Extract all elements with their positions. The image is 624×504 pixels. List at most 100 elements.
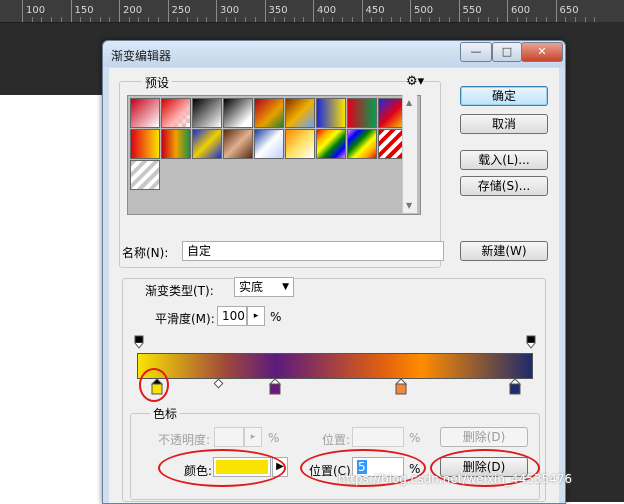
preset-swatch[interactable] xyxy=(130,160,160,190)
preset-swatch[interactable] xyxy=(285,129,315,159)
preset-swatch[interactable] xyxy=(223,98,253,128)
ruler-tick: 100 xyxy=(22,0,45,22)
presets-label: 预设 xyxy=(142,74,173,91)
ok-button[interactable]: 确定 xyxy=(460,86,548,106)
ruler-minor-tick xyxy=(186,17,188,22)
ruler-minor-tick xyxy=(332,17,334,22)
ruler-minor-tick xyxy=(138,17,140,22)
ruler-minor-tick xyxy=(157,17,159,22)
ruler-tick-label: 450 xyxy=(365,5,385,16)
preset-swatch-grid xyxy=(127,95,421,215)
preset-swatch[interactable] xyxy=(285,98,315,128)
gradient-preview-bar[interactable] xyxy=(137,353,533,379)
ruler-tick-label: 350 xyxy=(268,5,288,16)
horizontal-ruler: 100 150 200 250 300 350 400 450 500 550 600 650 xyxy=(0,0,624,23)
preset-swatch[interactable] xyxy=(316,129,346,159)
ruler-minor-tick xyxy=(128,17,130,22)
color-stops-track[interactable] xyxy=(137,378,531,398)
watermark-text: https://blog.csdn.net/weixin_44535476 xyxy=(338,472,573,486)
ruler-minor-tick xyxy=(148,17,150,22)
window-title: 渐变编辑器 xyxy=(111,49,172,63)
ruler-minor-tick xyxy=(477,17,479,22)
ruler-tick: 450 xyxy=(361,0,385,22)
ruler-minor-tick xyxy=(225,17,227,22)
ruler-minor-tick xyxy=(429,17,431,22)
gradient-editor-window: 渐变编辑器 — □ ✕ 预设 ⚙▾ ▲ ▼ 确定 取消 载入(L)... 存储(… xyxy=(102,40,566,504)
minimize-button[interactable]: — xyxy=(460,42,492,62)
smoothness-input[interactable]: 100 xyxy=(217,306,247,326)
ruler-tick-label: 100 xyxy=(26,5,46,16)
dialog-body: 预设 ⚙▾ ▲ ▼ 确定 取消 载入(L)... 存储(S)... 名称(N):… xyxy=(109,68,559,503)
scroll-up-icon[interactable]: ▲ xyxy=(406,98,412,107)
ruler-tick: 300 xyxy=(216,0,239,22)
opacity-location-unit: % xyxy=(409,431,421,445)
annotation-circle-color xyxy=(158,449,286,487)
opacity-location-label: 位置: xyxy=(322,433,351,447)
preset-swatch[interactable] xyxy=(130,98,160,128)
ruler-tick: 500 xyxy=(410,0,433,22)
opacity-label: 不透明度: xyxy=(158,433,211,447)
preset-swatch[interactable] xyxy=(192,129,222,159)
save-button[interactable]: 存储(S)... xyxy=(460,176,548,196)
ruler-tick: 350 xyxy=(264,0,288,22)
maximize-button[interactable]: □ xyxy=(492,42,522,62)
cancel-button[interactable]: 取消 xyxy=(460,114,548,134)
preset-swatch[interactable] xyxy=(161,98,191,128)
gear-icon[interactable]: ⚙▾ xyxy=(406,74,424,89)
ruler-tick: 650 xyxy=(555,0,579,22)
ruler-minor-tick xyxy=(516,17,518,22)
smoothness-stepper[interactable]: ▸ xyxy=(247,306,265,326)
ruler-tick-label: 300 xyxy=(220,5,240,16)
preset-swatch[interactable] xyxy=(130,129,160,159)
scroll-down-icon[interactable]: ▼ xyxy=(406,201,412,210)
preset-swatch[interactable] xyxy=(347,98,377,128)
ruler-tick: 600 xyxy=(507,0,530,22)
new-button[interactable]: 新建(W) xyxy=(460,241,548,261)
ruler-minor-tick xyxy=(177,17,179,22)
ruler-minor-tick xyxy=(60,17,62,22)
color-stop[interactable] xyxy=(268,378,282,399)
load-button[interactable]: 载入(L)... xyxy=(460,150,548,170)
ruler-minor-tick xyxy=(526,17,528,22)
ruler-minor-tick xyxy=(439,17,441,22)
ruler-minor-tick xyxy=(419,17,421,22)
close-button[interactable]: ✕ xyxy=(521,42,563,62)
color-stop[interactable] xyxy=(394,378,408,399)
preset-swatch[interactable] xyxy=(223,129,253,159)
ruler-minor-tick xyxy=(99,17,101,22)
ruler-tick-label: 200 xyxy=(123,5,143,16)
ruler-tick-label: 550 xyxy=(462,5,482,16)
preset-swatch[interactable] xyxy=(192,98,222,128)
title-bar[interactable]: 渐变编辑器 — □ ✕ xyxy=(103,41,565,67)
opacity-unit: % xyxy=(268,431,280,445)
ruler-minor-tick xyxy=(545,17,547,22)
color-stop[interactable] xyxy=(509,378,522,399)
gradient-type-select[interactable]: 实底 ▼ xyxy=(234,277,294,297)
smoothness-unit: % xyxy=(270,310,282,324)
ruler-minor-tick xyxy=(342,17,344,22)
right-panel-dark xyxy=(565,22,624,502)
preset-swatch[interactable] xyxy=(347,129,377,159)
ruler-minor-tick xyxy=(351,17,353,22)
ruler-tick-label: 600 xyxy=(511,5,531,16)
preset-swatch[interactable] xyxy=(254,98,284,128)
opacity-stop-left[interactable] xyxy=(134,335,144,349)
presets-scrollbar[interactable]: ▲ ▼ xyxy=(402,95,417,213)
ruler-minor-tick xyxy=(487,17,489,22)
ruler-minor-tick xyxy=(400,17,402,22)
name-input[interactable]: 自定 xyxy=(182,241,444,261)
ruler-minor-tick xyxy=(293,17,295,22)
gradient-type-label: 渐变类型(T): xyxy=(145,284,214,298)
stops-group-label: 色标 xyxy=(150,405,181,422)
ruler-tick-label: 250 xyxy=(171,5,191,16)
ruler-minor-tick xyxy=(497,17,499,22)
ruler-minor-tick xyxy=(80,17,82,22)
ruler-minor-tick xyxy=(390,17,392,22)
ruler-minor-tick xyxy=(235,17,237,22)
preset-swatch[interactable] xyxy=(161,129,191,159)
ruler-minor-tick xyxy=(536,17,538,22)
ruler-tick-label: 400 xyxy=(317,5,337,16)
opacity-stop-right[interactable] xyxy=(526,335,536,349)
preset-swatch[interactable] xyxy=(316,98,346,128)
preset-swatch[interactable] xyxy=(254,129,284,159)
